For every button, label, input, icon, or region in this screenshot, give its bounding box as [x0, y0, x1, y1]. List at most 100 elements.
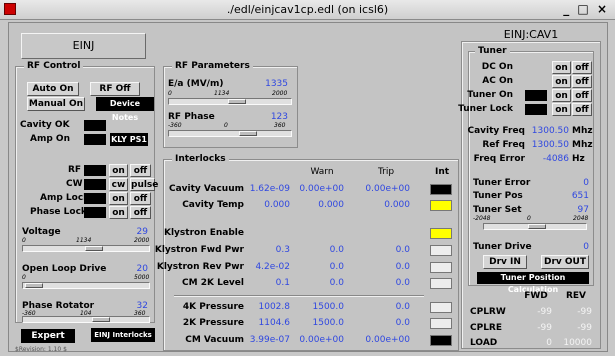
- cm-2k-level-label: CM 2K Level: [182, 278, 244, 288]
- cplre-rev-value: -99: [577, 323, 592, 333]
- cavity-vacuum-trip: 0.00e+00: [365, 184, 410, 194]
- open-loop-drive-label: Open Loop Drive: [22, 264, 107, 274]
- open-loop-min: 0: [22, 274, 26, 281]
- rf-on-button[interactable]: on: [109, 164, 128, 177]
- klystron-fwd-pwr-warn: 0.0: [329, 245, 344, 255]
- 4k-pressure-value: 1002.8: [258, 302, 291, 312]
- ref-freq-label: Ref Freq: [482, 140, 525, 150]
- rf-phase-mid: 0: [224, 122, 228, 129]
- amp-lock-off-button[interactable]: off: [130, 192, 151, 205]
- voltage-slider[interactable]: [22, 245, 150, 252]
- einj-interlocks-button[interactable]: EINJ Interlocks: [91, 328, 155, 342]
- phase-rotator-slider[interactable]: [22, 316, 150, 323]
- cplrw-label: CPLRW: [470, 307, 506, 317]
- manual-on-button[interactable]: Manual On: [27, 97, 85, 111]
- expert-button[interactable]: Expert: [21, 329, 75, 343]
- freq-error-value: -4086: [542, 154, 569, 164]
- cplrw-fwd-value: -99: [537, 307, 552, 317]
- open-loop-max: 5000: [134, 274, 150, 281]
- interlocks-title: Interlocks: [172, 154, 229, 164]
- tuner-title: Tuner: [475, 46, 510, 56]
- dc-off-button[interactable]: off: [572, 61, 592, 74]
- cavity-freq-value: 1300.50: [531, 126, 569, 136]
- open-loop-drive-slider[interactable]: [22, 282, 150, 289]
- cavity-temp-value: 0.000: [264, 200, 290, 210]
- right-header: EINJ:CAV1: [503, 28, 559, 41]
- window-titlebar: ./edl/einjcav1cp.edl (on icsl6) _ □ ×: [0, 0, 615, 20]
- auto-on-button[interactable]: Auto On: [27, 82, 79, 96]
- window-title: ./edl/einjcav1cp.edl (on icsl6): [226, 3, 389, 16]
- cplrw-rev-value: -99: [577, 307, 592, 317]
- tuner-lock-off-button[interactable]: off: [572, 103, 592, 116]
- ac-off-button[interactable]: off: [572, 75, 592, 88]
- klystron-enable-label: Klystron Enable: [163, 228, 244, 238]
- rf-phase-slider-knob[interactable]: [238, 131, 257, 136]
- phase-lock-off-button[interactable]: off: [130, 206, 151, 219]
- left-header: EINJ: [21, 33, 146, 59]
- phase-lock-on-button[interactable]: on: [109, 206, 128, 219]
- warn-header: Warn: [310, 167, 334, 177]
- klystron-rev-pwr-label: Klystron Rev Pwr: [156, 262, 244, 272]
- amp-on-label: Amp On: [30, 134, 70, 144]
- tuner-set-slider[interactable]: [483, 223, 587, 230]
- cm-2k-level-int-indicator: [430, 278, 452, 289]
- cavity-temp-label: Cavity Temp: [182, 200, 244, 210]
- phase-rotator-slider-knob[interactable]: [92, 317, 111, 322]
- open-loop-drive-value: 20: [136, 264, 148, 274]
- rf-phase-value: 123: [270, 112, 288, 122]
- load-rev-value: 10000: [563, 338, 592, 348]
- cm-vacuum-warn: 0.00e+00: [299, 335, 344, 345]
- tuner-off-button[interactable]: off: [572, 89, 592, 102]
- voltage-max: 2000: [134, 237, 150, 244]
- cavity-vacuum-int-indicator: [430, 184, 452, 195]
- tuner-lock-on-button[interactable]: on: [552, 103, 571, 116]
- phase-lock-indicator: [84, 207, 106, 218]
- cw-button[interactable]: cw: [109, 178, 128, 191]
- voltage-slider-knob[interactable]: [84, 246, 103, 251]
- drv-in-button[interactable]: Drv IN: [483, 255, 527, 269]
- rf-label: RF: [68, 165, 82, 175]
- ac-on-button[interactable]: on: [552, 75, 571, 88]
- amp-lock-on-button[interactable]: on: [109, 192, 128, 205]
- ref-freq-unit: Mhz: [572, 140, 593, 150]
- rf-control-title: RF Control: [24, 61, 84, 71]
- cplre-fwd-value: -99: [537, 323, 552, 333]
- tuner-pos-value: 651: [571, 191, 589, 201]
- rf-off-toggle[interactable]: off: [130, 164, 151, 177]
- ea-slider[interactable]: [168, 98, 292, 105]
- cavity-freq-unit: Mhz: [572, 126, 593, 136]
- cm-2k-level-warn: 0.0: [329, 278, 344, 288]
- cavity-vacuum-warn: 0.00e+00: [299, 184, 344, 194]
- klystron-fwd-pwr-value: 0.3: [275, 245, 290, 255]
- freq-error-label: Freq Error: [473, 154, 525, 164]
- ea-slider-knob[interactable]: [228, 99, 247, 104]
- tuner-set-min: -2048: [473, 215, 491, 222]
- drv-out-button[interactable]: Drv OUT: [541, 255, 589, 269]
- klystron-fwd-pwr-int-indicator: [430, 245, 452, 256]
- window-controls-icon[interactable]: _ □ ×: [563, 2, 609, 16]
- ac-on-label: AC On: [482, 76, 513, 86]
- 4k-pressure-warn: 1500.0: [312, 302, 345, 312]
- 2k-pressure-int-indicator: [430, 318, 452, 329]
- cm-vacuum-int-indicator: [430, 335, 452, 346]
- tuner-on-button[interactable]: on: [552, 89, 571, 102]
- kly-ps1-button[interactable]: KLY PS1: [110, 133, 148, 146]
- tuner-position-calculation-button[interactable]: Tuner Position Calculation: [477, 272, 589, 294]
- int-header: Int: [434, 167, 450, 177]
- klystron-rev-pwr-warn: 0.0: [329, 262, 344, 272]
- tuner-set-slider-knob[interactable]: [527, 224, 546, 229]
- dc-on-label: DC On: [481, 62, 513, 72]
- rf-phase-slider[interactable]: [168, 130, 292, 137]
- pulse-button[interactable]: pulse: [130, 178, 158, 191]
- amp-lock-label: Amp Lock: [40, 193, 90, 203]
- 4k-pressure-label: 4K Pressure: [182, 302, 244, 312]
- rf-off-button[interactable]: RF Off: [90, 82, 140, 96]
- dc-on-button[interactable]: on: [552, 61, 571, 74]
- cm-vacuum-label: CM Vacuum: [185, 335, 244, 345]
- load-fwd-value: 0: [546, 338, 552, 348]
- 4k-pressure-int-indicator: [430, 302, 452, 313]
- open-loop-slider-knob[interactable]: [25, 283, 44, 288]
- amp-on-indicator: [84, 134, 106, 145]
- rev-header: REV: [565, 291, 587, 301]
- device-notes-button[interactable]: Device Notes: [96, 97, 154, 122]
